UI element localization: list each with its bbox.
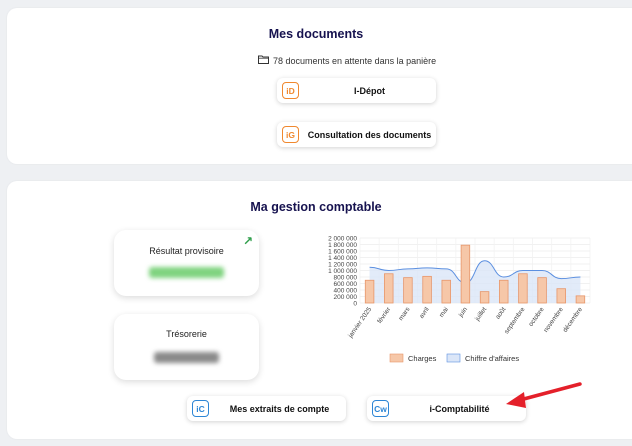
charges-bar	[518, 273, 528, 304]
x-tick-label: décembre	[562, 306, 585, 334]
x-tick-label: juin	[457, 306, 469, 319]
pending-documents-text: 78 documents en attente dans la panière	[273, 55, 437, 66]
legend-charges-label: Charges	[408, 354, 437, 363]
consultation-documents-button[interactable]: iG Consultation des documents	[277, 122, 436, 147]
legend-ca-swatch	[446, 353, 461, 363]
x-tick-label: avril	[418, 306, 431, 320]
x-tick-label: août	[494, 306, 507, 321]
pending-documents-info[interactable]: 78 documents en attente dans la panière	[258, 55, 436, 66]
charges-bar	[364, 279, 375, 304]
i-comptabilite-label: i-Comptabilité	[429, 403, 490, 414]
consultation-label: Consultation des documents	[307, 129, 432, 140]
x-tick-label: juillet	[473, 306, 488, 323]
kpi-resultat-label: Résultat provisoire	[149, 246, 224, 256]
documents-title: Mes documents	[268, 27, 364, 41]
i-depot-label: I-Dépot	[354, 85, 385, 96]
extraits-compte-label: Mes extraits de compte	[229, 403, 330, 414]
kpi-tresorerie-label: Trésorerie	[166, 329, 207, 339]
folder-icon	[258, 55, 269, 66]
charges-ca-chart: 2 000 0001 800 0001 600 0001 400 0001 20…	[328, 236, 591, 363]
x-tick-label: janvier 2025	[347, 306, 374, 340]
y-tick-label: 0	[353, 301, 357, 308]
charges-bar	[384, 273, 394, 304]
charges-bar	[575, 295, 586, 304]
charges-bar	[441, 279, 451, 304]
legend-charges-swatch	[389, 353, 404, 363]
kpi-tresorerie[interactable]: Trésorerie	[114, 314, 259, 380]
x-tick-label: mai	[438, 306, 450, 319]
consultation-icon: iG	[282, 126, 299, 143]
charges-bar	[460, 244, 471, 304]
extraits-compte-icon: iC	[192, 400, 209, 417]
i-depot-button[interactable]: iD I-Dépot	[277, 78, 436, 103]
charges-bar	[537, 277, 547, 304]
compta-title: Ma gestion comptable	[250, 200, 382, 214]
kpi-resultat-provisoire[interactable]: ↗ Résultat provisoire	[114, 230, 259, 296]
x-tick-label: février	[376, 305, 393, 324]
extraits-compte-button[interactable]: iC Mes extraits de compte	[187, 396, 346, 421]
charges-bar	[499, 279, 509, 304]
legend-ca-label: Chiffre d'affaires	[465, 354, 519, 363]
x-tick-label: octobre	[528, 306, 546, 328]
kpi-resultat-value-blurred	[149, 267, 224, 278]
charges-bar	[422, 275, 432, 304]
kpi-tresorerie-value-blurred	[154, 352, 219, 363]
charges-bar	[403, 277, 413, 304]
i-comptabilite-button[interactable]: Cw i-Comptabilité	[367, 396, 526, 421]
charges-bar	[556, 288, 566, 304]
i-depot-icon: iD	[282, 82, 299, 99]
x-tick-label: mars	[398, 306, 412, 322]
charges-bar	[479, 291, 490, 304]
i-comptabilite-icon: Cw	[372, 400, 389, 417]
